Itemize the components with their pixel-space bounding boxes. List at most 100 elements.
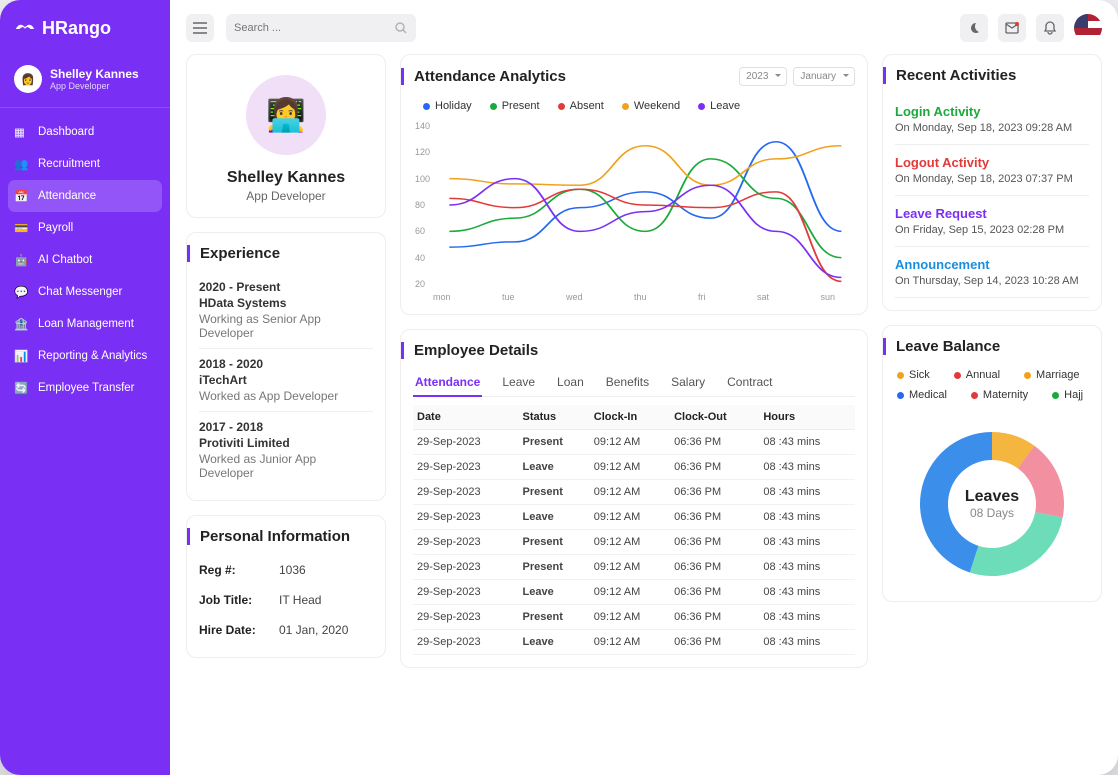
legend-label: Leave	[710, 100, 740, 112]
nav-icon: 🔄	[14, 381, 28, 395]
legend-dot	[622, 103, 629, 110]
tab-loan[interactable]: Loan	[555, 369, 586, 396]
activity-title: Announcement	[895, 257, 1089, 272]
notifications-button[interactable]	[1036, 14, 1064, 42]
cell-hours: 08 :43 mins	[759, 455, 855, 480]
sidebar-item-employee-transfer[interactable]: 🔄Employee Transfer	[0, 372, 170, 404]
activity-item: Logout ActivityOn Monday, Sep 18, 2023 0…	[895, 145, 1089, 196]
cell-status: Present	[519, 530, 590, 555]
topbar	[186, 14, 1102, 42]
nav-icon: 📅	[14, 189, 28, 203]
sidebar-item-label: Dashboard	[38, 126, 94, 138]
cell-status: Present	[519, 555, 590, 580]
theme-button[interactable]	[960, 14, 988, 42]
legend-label: Weekend	[634, 100, 680, 112]
table-row: 29-Sep-2023Present09:12 AM06:36 PM08 :43…	[413, 605, 855, 630]
cell-in: 09:12 AM	[590, 430, 670, 455]
donut-title: Leaves	[965, 488, 1019, 506]
sidebar-user[interactable]: 👩 Shelley Kannes App Developer	[0, 53, 170, 108]
table-row: 29-Sep-2023Leave09:12 AM06:36 PM08 :43 m…	[413, 630, 855, 655]
sidebar-item-dashboard[interactable]: ▦Dashboard	[0, 116, 170, 148]
legend-item: Leave	[698, 100, 740, 112]
y-tick: 20	[415, 279, 425, 289]
legend-dot	[971, 392, 978, 399]
sidebar-item-label: Recruitment	[38, 158, 100, 170]
leave-title: Leave Balance	[883, 338, 1089, 355]
sidebar-item-label: Attendance	[38, 190, 96, 202]
year-select[interactable]: 2023	[739, 67, 787, 86]
nav-icon: 🏦	[14, 317, 28, 331]
cell-status: Leave	[519, 505, 590, 530]
legend-label: Annual	[966, 369, 1000, 381]
sidebar-item-chat-messenger[interactable]: 💬Chat Messenger	[0, 276, 170, 308]
sidebar-item-ai-chatbot[interactable]: 🤖AI Chatbot	[0, 244, 170, 276]
user-role: App Developer	[50, 81, 139, 91]
y-tick: 80	[415, 200, 425, 210]
cell-in: 09:12 AM	[590, 530, 670, 555]
cell-out: 06:36 PM	[670, 430, 759, 455]
sidebar-item-payroll[interactable]: 💳Payroll	[0, 212, 170, 244]
activity-subtitle: On Monday, Sep 18, 2023 09:28 AM	[895, 122, 1089, 134]
tab-attendance[interactable]: Attendance	[413, 369, 482, 397]
legend-dot	[897, 372, 904, 379]
sidebar-item-recruitment[interactable]: 👥 Recruitment	[0, 148, 170, 180]
x-tick: sat	[757, 292, 769, 302]
legend-dot	[558, 103, 565, 110]
sidebar-item-loan-management[interactable]: 🏦Loan Management	[0, 308, 170, 340]
nav-icon: 👥	[14, 157, 28, 171]
leave-legend-item: Annual	[954, 369, 1000, 381]
table-row: 29-Sep-2023Present09:12 AM06:36 PM08 :43…	[413, 430, 855, 455]
profile-card: 👩‍💻 Shelley Kannes App Developer	[186, 54, 386, 218]
experience-desc: Working as Senior App Developer	[199, 312, 373, 340]
cell-in: 09:12 AM	[590, 605, 670, 630]
legend-label: Medical	[909, 389, 947, 401]
sidebar-item-label: Payroll	[38, 222, 73, 234]
mail-button[interactable]	[998, 14, 1026, 42]
activity-subtitle: On Monday, Sep 18, 2023 07:37 PM	[895, 173, 1089, 185]
legend-item: Holiday	[423, 100, 472, 112]
month-select[interactable]: January	[793, 67, 855, 86]
personal-row: Job Title:IT Head	[199, 585, 373, 615]
cell-in: 09:12 AM	[590, 630, 670, 655]
sidebar-item-label: AI Chatbot	[38, 254, 92, 266]
cell-status: Present	[519, 480, 590, 505]
experience-company: HData Systems	[199, 296, 373, 310]
cell-in: 09:12 AM	[590, 580, 670, 605]
table-header: Clock-In	[590, 405, 670, 430]
table-row: 29-Sep-2023Present09:12 AM06:36 PM08 :43…	[413, 555, 855, 580]
legend-dot	[1052, 392, 1059, 399]
experience-desc: Worked as Junior App Developer	[199, 452, 373, 480]
profile-name: Shelley Kannes	[199, 169, 373, 187]
search-input[interactable]	[234, 22, 395, 34]
sidebar-item-attendance[interactable]: 📅 Attendance	[8, 180, 162, 212]
cell-date: 29-Sep-2023	[413, 630, 519, 655]
leave-legend-item: Medical	[897, 389, 947, 401]
flag-button[interactable]	[1074, 14, 1102, 42]
cell-in: 09:12 AM	[590, 455, 670, 480]
legend-label: Marriage	[1036, 369, 1079, 381]
activity-title: Leave Request	[895, 206, 1089, 221]
cell-hours: 08 :43 mins	[759, 530, 855, 555]
sidebar-item-label: Chat Messenger	[38, 286, 122, 298]
experience-dates: 2020 - Present	[199, 280, 373, 294]
personal-value: IT Head	[279, 593, 321, 607]
sidebar-item-reporting-analytics[interactable]: 📊Reporting & Analytics	[0, 340, 170, 372]
table-header: Clock-Out	[670, 405, 759, 430]
personal-title: Personal Information	[187, 528, 373, 545]
cell-hours: 08 :43 mins	[759, 605, 855, 630]
legend-label: Maternity	[983, 389, 1028, 401]
leave-donut: Leaves 08 Days	[907, 419, 1077, 589]
search-box[interactable]	[226, 14, 416, 42]
tab-contract[interactable]: Contract	[725, 369, 774, 396]
tab-leave[interactable]: Leave	[500, 369, 537, 396]
experience-title: Experience	[187, 245, 373, 262]
menu-button[interactable]	[186, 14, 214, 42]
experience-desc: Worked as App Developer	[199, 389, 373, 403]
tab-benefits[interactable]: Benefits	[604, 369, 651, 396]
nav-icon: 📊	[14, 349, 28, 363]
y-tick: 120	[415, 147, 430, 157]
legend-dot	[698, 103, 705, 110]
cell-date: 29-Sep-2023	[413, 605, 519, 630]
tab-salary[interactable]: Salary	[669, 369, 707, 396]
leave-legend-item: Marriage	[1024, 369, 1079, 381]
